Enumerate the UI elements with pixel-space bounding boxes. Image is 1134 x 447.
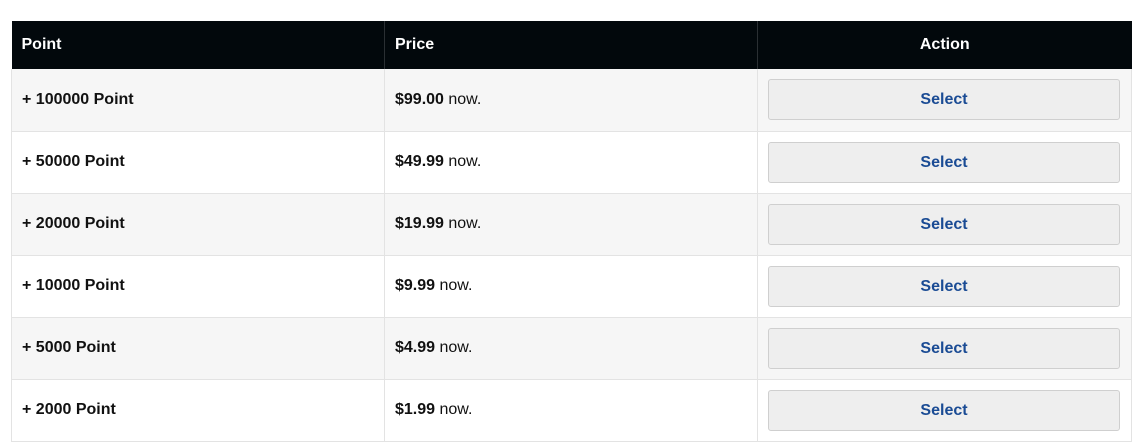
action-cell: Select xyxy=(757,255,1132,317)
point-amount: + 10000 Point xyxy=(22,277,125,294)
select-button[interactable]: Select xyxy=(768,327,1120,369)
points-pricing-table: Point Price Action + 100000 Point $99.00… xyxy=(11,21,1132,442)
point-cell: + 20000 Point xyxy=(11,193,385,255)
table-body: + 100000 Point $99.00 now. Select + 5000… xyxy=(11,69,1132,441)
action-cell: Select xyxy=(757,131,1132,193)
price-cell: $19.99 now. xyxy=(384,193,758,255)
price-value: $99.00 xyxy=(395,90,444,108)
price-cell: $99.00 now. xyxy=(384,69,758,131)
price-cell: $1.99 now. xyxy=(384,379,758,441)
column-header-point: Point xyxy=(11,21,385,69)
point-amount: + 20000 Point xyxy=(22,215,125,232)
point-amount: + 2000 Point xyxy=(22,401,116,418)
column-header-action: Action xyxy=(919,36,970,53)
select-button[interactable]: Select xyxy=(768,141,1120,183)
select-button[interactable]: Select xyxy=(768,203,1120,245)
price-value: $1.99 xyxy=(395,401,436,418)
points-pricing-container: Point Price Action + 100000 Point $99.00… xyxy=(11,21,1132,442)
select-button[interactable]: Select xyxy=(768,389,1120,431)
table-row: + 5000 Point $4.99 now. Select xyxy=(11,317,1132,379)
price-cell: $49.99 now. xyxy=(384,131,758,193)
price-cell: $9.99 now. xyxy=(384,255,758,317)
price-value: $4.99 xyxy=(395,339,436,356)
table-row: + 100000 Point $99.00 now. Select xyxy=(11,69,1132,131)
price-value: $9.99 xyxy=(395,277,436,294)
table-row: + 10000 Point $9.99 now. Select xyxy=(11,255,1132,317)
select-button[interactable]: Select xyxy=(768,265,1120,307)
price-suffix: now. xyxy=(435,339,473,356)
price-suffix: now. xyxy=(435,277,473,294)
table-header-row: Point Price Action xyxy=(11,21,1132,69)
point-amount: + 100000 Point xyxy=(22,90,134,108)
price-value: $49.99 xyxy=(395,153,444,170)
point-cell: + 50000 Point xyxy=(11,131,385,193)
point-cell: + 5000 Point xyxy=(11,317,385,379)
price-suffix: now. xyxy=(435,401,473,418)
action-cell: Select xyxy=(757,317,1132,379)
table-row: + 20000 Point $19.99 now. Select xyxy=(11,193,1132,255)
column-header-price: Price xyxy=(384,21,758,69)
action-cell: Select xyxy=(757,69,1132,131)
point-amount: + 50000 Point xyxy=(22,153,125,170)
price-suffix: now. xyxy=(443,153,482,170)
price-cell: $4.99 now. xyxy=(384,317,758,379)
action-cell: Select xyxy=(757,193,1132,255)
point-cell: + 10000 Point xyxy=(11,255,385,317)
table-header: Point Price Action xyxy=(11,21,1132,69)
price-suffix: now. xyxy=(443,90,482,108)
price-suffix: now. xyxy=(443,215,482,232)
table-row: + 2000 Point $1.99 now. Select xyxy=(11,379,1132,441)
price-value: $19.99 xyxy=(395,215,444,232)
point-cell: + 2000 Point xyxy=(11,379,385,441)
select-button[interactable]: Select xyxy=(768,79,1120,121)
point-amount: + 5000 Point xyxy=(22,339,116,356)
point-cell: + 100000 Point xyxy=(11,69,385,131)
action-cell: Select xyxy=(757,379,1132,441)
table-row: + 50000 Point $49.99 now. Select xyxy=(11,131,1132,193)
